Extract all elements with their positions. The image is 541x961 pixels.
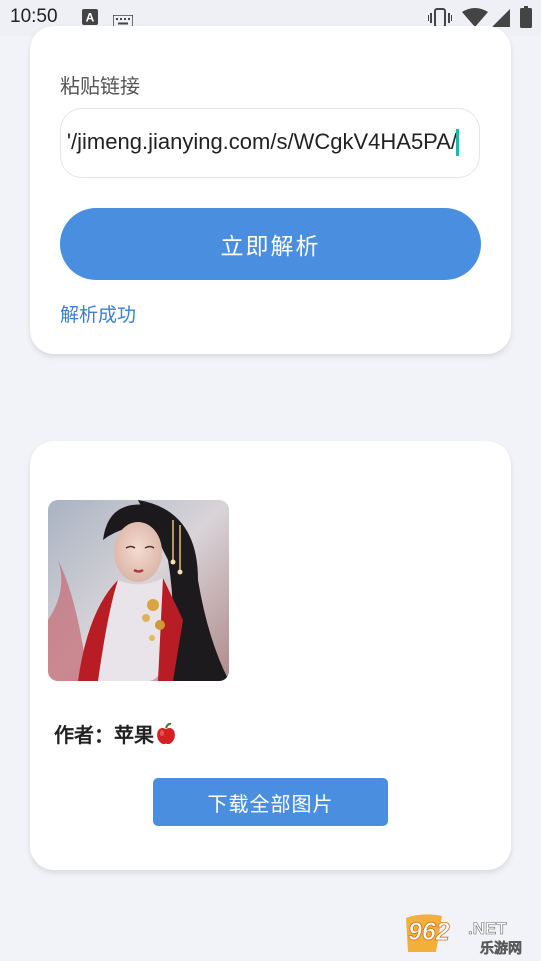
svg-text:A: A — [86, 11, 95, 25]
paste-link-label: 粘贴链接 — [60, 74, 140, 98]
author-line: 作者：苹果 — [54, 719, 176, 750]
status-time: 10:50 — [10, 6, 58, 27]
battery-icon — [520, 6, 532, 32]
download-all-images-button[interactable]: 下载全部图片 — [153, 778, 388, 826]
watermark-text: 乐游网 — [480, 940, 522, 956]
text-caret — [456, 129, 459, 156]
link-input-value: '/jimeng.jianying.com/s/WCgkV4HA5PA/ — [66, 129, 457, 154]
watermark-logo: 962 .NET 乐游网 — [402, 912, 536, 957]
parse-now-button[interactable]: 立即解析 — [60, 208, 481, 280]
watermark-suffix: .NET — [468, 919, 507, 938]
watermark-number: 962 — [408, 918, 450, 946]
parse-status-message: 解析成功 — [60, 304, 137, 326]
result-card: 作者：苹果 下载全部图片 — [30, 441, 511, 870]
apple-icon — [156, 722, 176, 750]
parse-card: 粘贴链接 '/jimeng.jianying.com/s/WCgkV4HA5PA… — [30, 26, 511, 354]
author-text: 作者：苹果 — [54, 723, 154, 747]
link-input[interactable]: '/jimeng.jianying.com/s/WCgkV4HA5PA/ — [60, 108, 480, 178]
result-image[interactable] — [48, 500, 229, 681]
